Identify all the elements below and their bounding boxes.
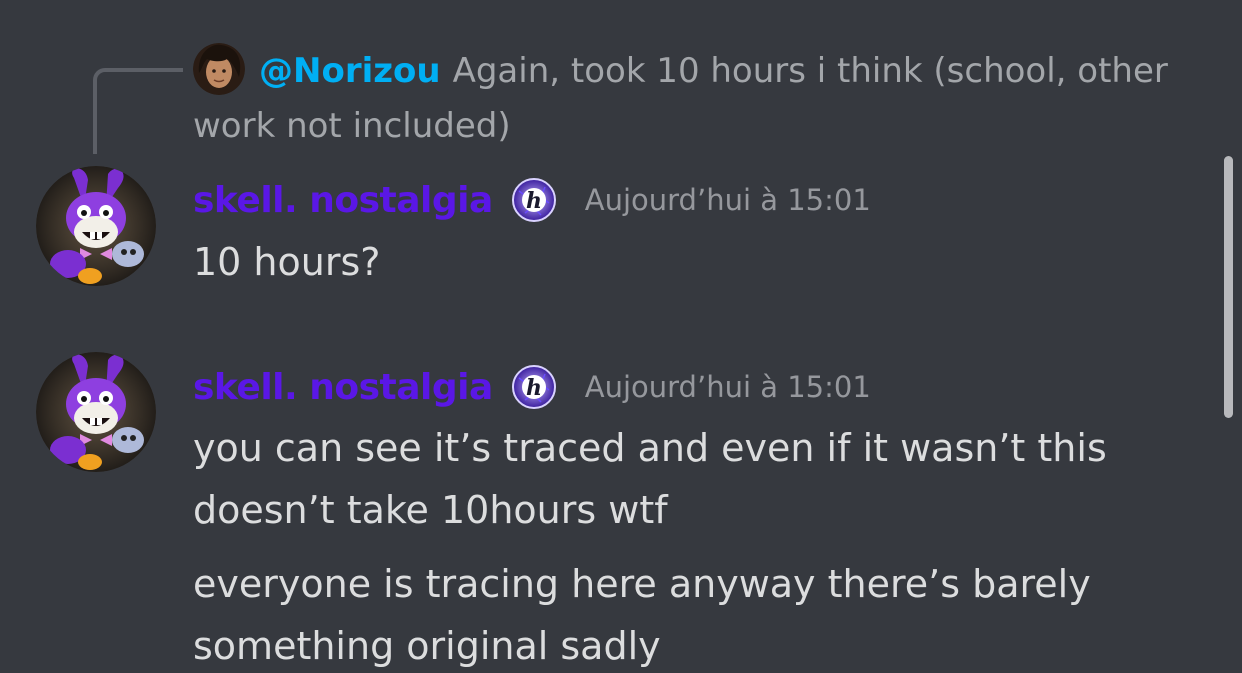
user-avatar[interactable] bbox=[36, 352, 156, 472]
message-header: skell. nostalgia h Aujourd’hui à 15:01 bbox=[193, 175, 871, 225]
h-badge-icon[interactable]: h bbox=[511, 364, 557, 410]
scrollbar-thumb[interactable] bbox=[1224, 156, 1233, 418]
message-line: 10 hours? bbox=[193, 240, 381, 284]
reply-connector-line bbox=[93, 68, 183, 154]
username[interactable]: skell. nostalgia bbox=[193, 367, 493, 408]
user-avatar[interactable] bbox=[36, 166, 156, 286]
chat-message-area: @Norizou Again, took 10 hours i think (sc… bbox=[0, 0, 1242, 673]
message-timestamp[interactable]: Aujourd’hui à 15:01 bbox=[585, 370, 871, 404]
reply-preview[interactable]: @Norizou Again, took 10 hours i think (sc… bbox=[193, 44, 1193, 154]
svg-text:h: h bbox=[526, 375, 542, 401]
svg-text:h: h bbox=[526, 188, 542, 214]
message-content: 10 hours? bbox=[193, 231, 1193, 293]
message-line: you can see it’s traced and even if it w… bbox=[193, 426, 1107, 532]
message-header: skell. nostalgia h Aujourd’hui à 15:01 bbox=[193, 362, 871, 412]
reply-author-mention[interactable]: @Norizou bbox=[259, 51, 441, 91]
message-timestamp[interactable]: Aujourd’hui à 15:01 bbox=[585, 183, 871, 217]
message-content: you can see it’s traced and even if it w… bbox=[193, 417, 1193, 673]
reply-author-avatar[interactable] bbox=[193, 43, 245, 95]
h-badge-icon[interactable]: h bbox=[511, 177, 557, 223]
username[interactable]: skell. nostalgia bbox=[193, 180, 493, 221]
message-line: everyone is tracing here anyway there’s … bbox=[193, 562, 1091, 668]
